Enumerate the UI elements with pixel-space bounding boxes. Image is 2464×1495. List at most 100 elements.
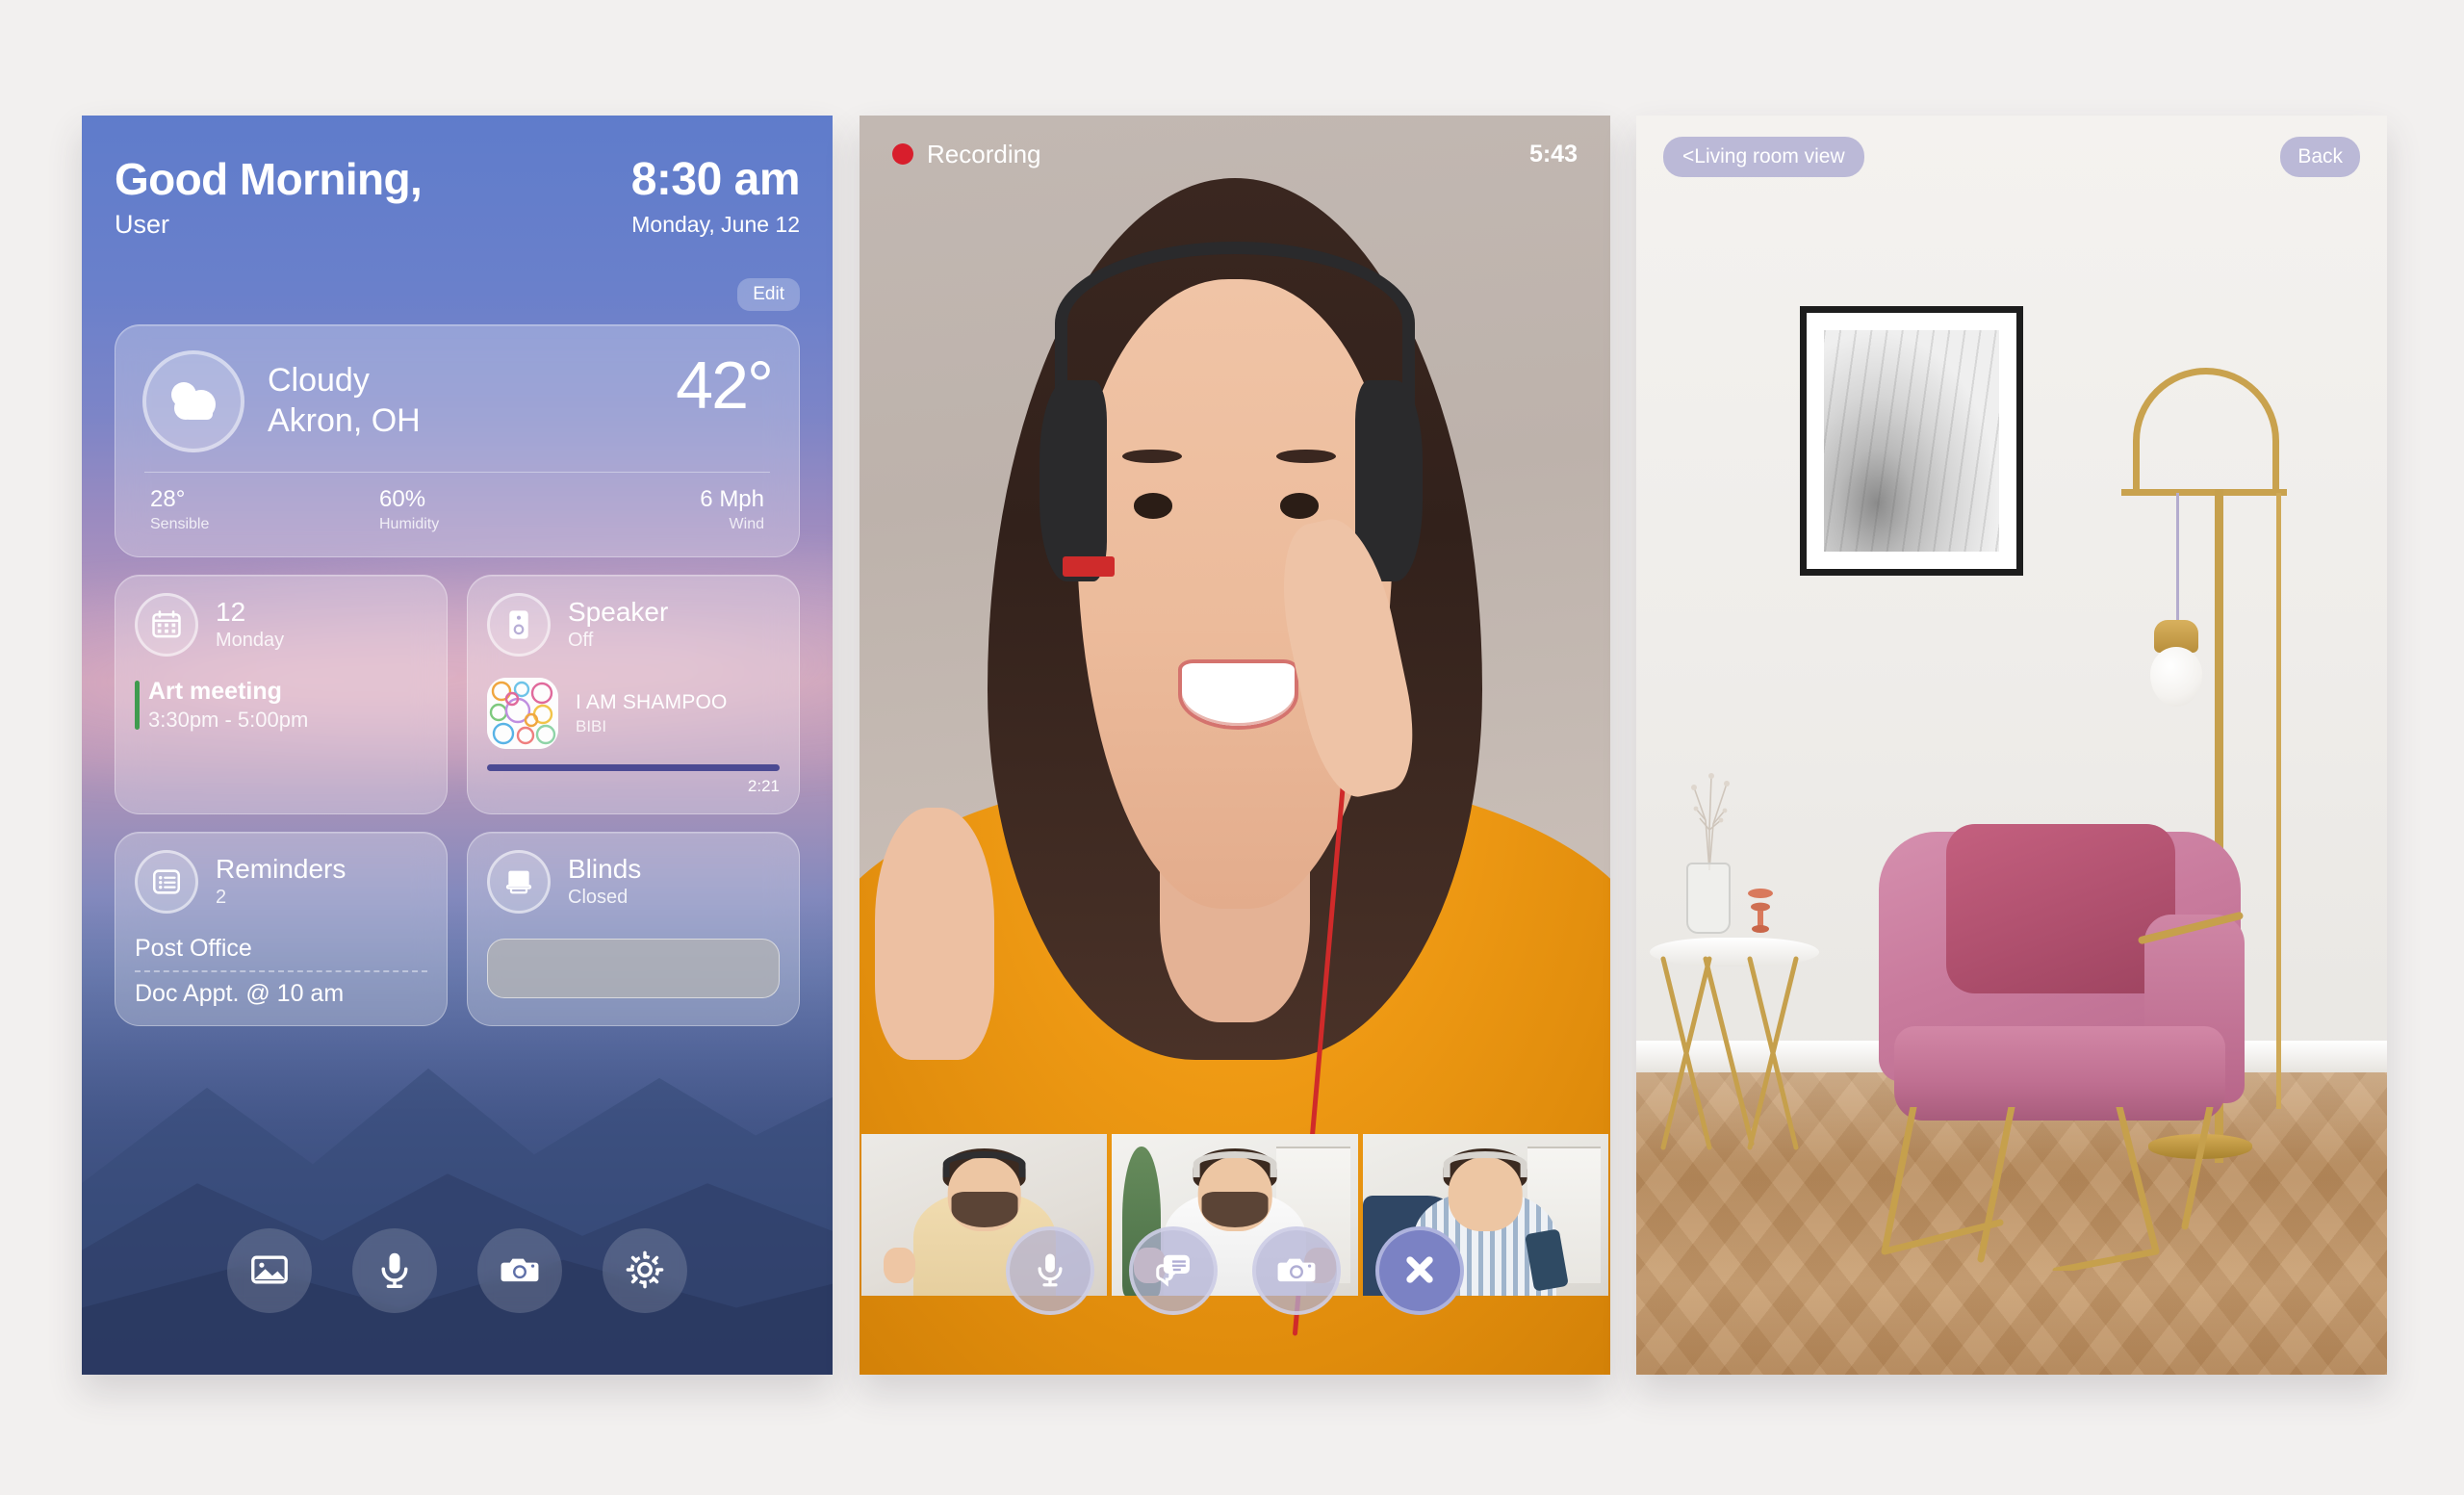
recording-indicator: Recording xyxy=(892,140,1041,169)
calendar-day-number: 12 xyxy=(216,597,246,628)
reminders-labels: Reminders 2 xyxy=(216,855,346,909)
close-icon xyxy=(1400,1250,1439,1292)
greeting-block: Good Morning, User xyxy=(115,154,423,240)
clock-date: Monday, June 12 xyxy=(631,212,800,238)
weather-stat-label: Sensible xyxy=(150,516,210,533)
widget-grid: 12 Monday Art meeting 3:30pm - 5:00pm Sp… xyxy=(115,575,800,1027)
weather-widget[interactable]: Cloudy Akron, OH 42° 28° Sensible 60% Hu… xyxy=(115,324,800,558)
chat-button[interactable] xyxy=(1129,1226,1218,1315)
weather-text: Cloudy Akron, OH xyxy=(268,362,676,442)
track-artist: BIBI xyxy=(576,716,607,735)
side-table-legs xyxy=(1642,955,1827,1153)
photos-icon xyxy=(248,1249,291,1294)
calendar-day-name: Monday xyxy=(216,630,285,652)
track-title: I AM SHAMPOO xyxy=(576,690,728,713)
microphone-icon xyxy=(373,1249,416,1294)
blinds-slider[interactable] xyxy=(487,939,780,999)
blinds-status: Closed xyxy=(568,887,629,909)
reminders-widget[interactable]: Reminders 2 Post Office Doc Appt. @ 10 a… xyxy=(115,832,448,1027)
camera-icon xyxy=(1275,1249,1318,1294)
record-dot-icon xyxy=(892,143,913,165)
speaker-header: Speaker Off xyxy=(487,593,780,657)
calendar-widget[interactable]: 12 Monday Art meeting 3:30pm - 5:00pm xyxy=(115,575,448,815)
snapshot-button[interactable] xyxy=(1252,1226,1341,1315)
cloudy-icon xyxy=(142,350,244,453)
reminders-icon xyxy=(135,850,198,915)
calendar-event-title: Art meeting xyxy=(148,678,282,706)
chat-icon xyxy=(1152,1249,1194,1294)
greeting-row: Good Morning, User 8:30 am Monday, June … xyxy=(115,154,801,240)
track-time: 2:21 xyxy=(747,777,780,796)
gear-icon xyxy=(624,1249,666,1294)
calendar-header: 12 Monday xyxy=(135,593,427,657)
floor-lamp-cord xyxy=(2176,493,2179,628)
living-room-camera-panel: <Living room view Back xyxy=(1636,116,2387,1375)
calendar-labels: 12 Monday xyxy=(216,598,284,652)
glass-vase xyxy=(1686,863,1731,934)
weather-stat-label: Humidity xyxy=(379,516,440,533)
list-item[interactable]: Doc Appt. @ 10 am xyxy=(135,980,427,1008)
floor-lamp-bar xyxy=(2121,489,2287,496)
microphone-icon-button[interactable] xyxy=(352,1228,437,1313)
clock-block: 8:30 am Monday, June 12 xyxy=(630,154,801,238)
blinds-widget[interactable]: Blinds Closed xyxy=(467,832,800,1027)
artwork-image xyxy=(1824,330,1999,552)
divider xyxy=(144,472,770,474)
call-timer: 5:43 xyxy=(1528,140,1578,168)
call-status-bar: Recording 5:43 xyxy=(860,116,1610,193)
weather-stat-value: 6 Mph xyxy=(700,486,764,513)
reminders-title: Reminders xyxy=(216,854,346,885)
calendar-event[interactable]: Art meeting 3:30pm - 5:00pm xyxy=(135,678,427,733)
reminders-count: 2 xyxy=(216,887,227,909)
blinds-icon xyxy=(487,850,551,915)
reminders-header: Reminders 2 xyxy=(135,850,427,915)
dried-twigs xyxy=(1671,762,1748,871)
weather-condition: Cloudy xyxy=(268,361,370,399)
speaker-icon xyxy=(487,593,551,657)
floor-lamp-pole-secondary xyxy=(2276,493,2281,1109)
living-room-view-button[interactable]: <Living room view xyxy=(1663,137,1864,177)
reminders-list: Post Office Doc Appt. @ 10 am xyxy=(135,935,427,1008)
candle-holder xyxy=(1744,884,1777,934)
calendar-icon xyxy=(135,593,198,657)
mute-button[interactable] xyxy=(1006,1226,1094,1315)
weather-stat-value: 60% xyxy=(379,486,426,513)
speaker-title: Speaker xyxy=(568,597,669,628)
calendar-event-time: 3:30pm - 5:00pm xyxy=(148,708,309,733)
album-art xyxy=(487,678,558,750)
user-name: User xyxy=(115,210,170,240)
weather-summary: Cloudy Akron, OH 42° xyxy=(142,348,774,453)
speaker-widget[interactable]: Speaker Off I AM SHAMPOO BIBI 2:21 xyxy=(467,575,800,815)
back-button[interactable]: Back xyxy=(2280,137,2360,177)
room-toolbar: <Living room view Back xyxy=(1636,116,2387,198)
speaker-labels: Speaker Off xyxy=(568,598,668,652)
blinds-title: Blinds xyxy=(568,854,642,885)
armchair-legs xyxy=(1867,1103,2252,1275)
weather-stat: 6 Mph Wind xyxy=(572,486,764,533)
weather-temperature: 42° xyxy=(676,348,774,424)
camera-icon-button[interactable] xyxy=(477,1228,562,1313)
now-playing[interactable]: I AM SHAMPOO BIBI xyxy=(487,678,780,750)
list-item[interactable]: Post Office xyxy=(135,935,427,963)
end-call-button[interactable] xyxy=(1375,1226,1464,1315)
smart-home-panel: Good Morning, User 8:30 am Monday, June … xyxy=(82,116,833,1375)
playback-progress-bar[interactable] xyxy=(487,764,780,772)
weather-stat-value: 28° xyxy=(150,486,186,513)
blinds-labels: Blinds Closed xyxy=(568,855,641,909)
edit-button[interactable]: Edit xyxy=(737,278,800,312)
blinds-header: Blinds Closed xyxy=(487,850,780,915)
track-meta: I AM SHAMPOO BIBI xyxy=(576,691,728,736)
framed-artwork xyxy=(1800,306,2023,576)
weather-stat-label: Wind xyxy=(729,516,764,533)
recording-label: Recording xyxy=(927,139,1041,168)
weather-stat: 28° Sensible xyxy=(150,486,343,533)
weather-stat: 60% Humidity xyxy=(343,486,572,533)
home-dock xyxy=(82,1228,833,1313)
gear-icon-button[interactable] xyxy=(603,1228,687,1313)
call-controls xyxy=(860,1226,1610,1315)
clock-time: 8:30 am xyxy=(630,154,801,205)
photos-icon-button[interactable] xyxy=(227,1228,312,1313)
speaker-status: Off xyxy=(568,630,594,652)
weather-location: Akron, OH xyxy=(268,401,421,439)
page-title: Good Morning, xyxy=(115,154,423,204)
